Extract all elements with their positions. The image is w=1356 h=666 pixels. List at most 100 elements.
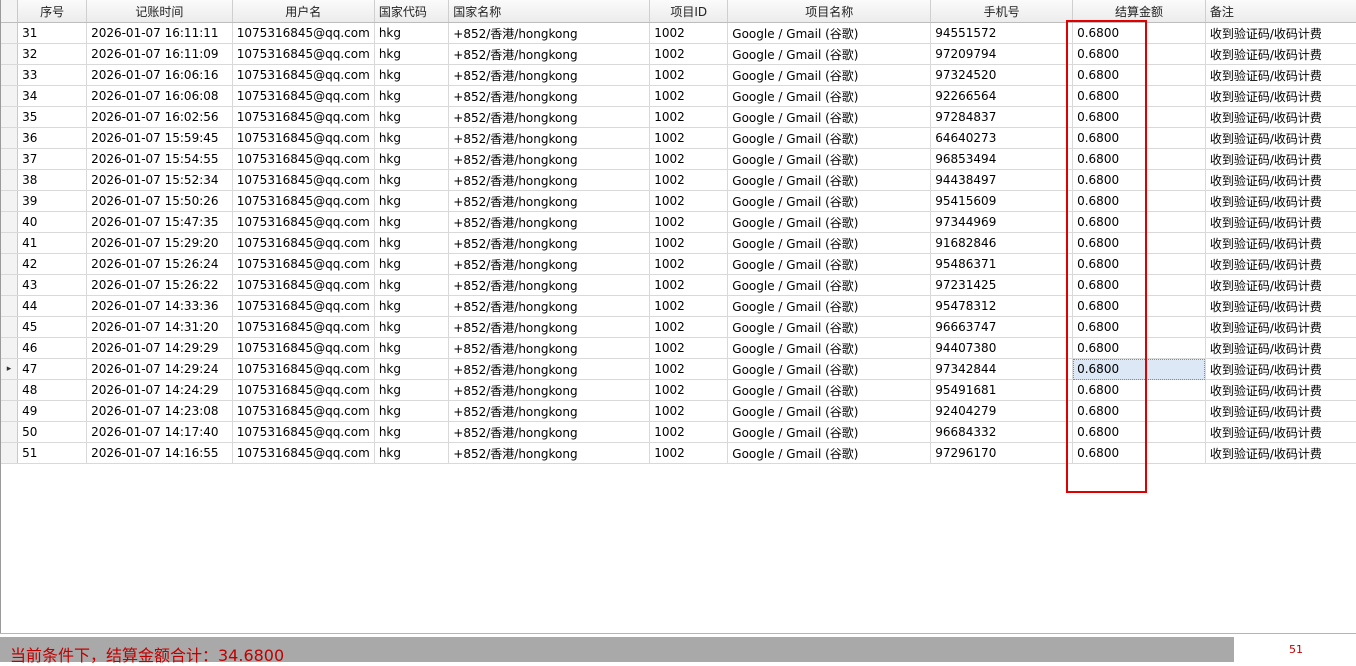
row-pointer-icon[interactable]: ▸ [1,358,19,380]
cell-project-id[interactable]: 1002 [649,85,729,107]
cell-project-name[interactable]: Google / Gmail (谷歌) [727,253,932,275]
cell-country-name[interactable]: +852/香港/hongkong [448,85,651,107]
cell-phone[interactable]: 94551572 [930,22,1074,44]
table-row[interactable]: 42 2026-01-07 15:26:24 1075316845@qq.com hk… [1,253,1356,275]
cell-index[interactable]: 45 [17,316,88,338]
cell-country-code[interactable]: hkg [374,358,450,380]
cell-username[interactable]: 1075316845@qq.com [232,442,375,464]
cell-index[interactable]: 37 [17,148,88,170]
cell-username[interactable]: 1075316845@qq.com [232,316,375,338]
row-indicator[interactable] [1,43,19,65]
cell-amount[interactable]: 0.6800 [1072,421,1206,443]
column-header-phone[interactable]: 手机号 [930,0,1074,23]
cell-project-name[interactable]: Google / Gmail (谷歌) [727,274,932,296]
cell-country-name[interactable]: +852/香港/hongkong [448,400,651,422]
cell-country-name[interactable]: +852/香港/hongkong [448,358,651,380]
cell-phone[interactable]: 95478312 [930,295,1074,317]
cell-country-name[interactable]: +852/香港/hongkong [448,211,651,233]
cell-time[interactable]: 2026-01-07 14:24:29 [86,379,233,401]
cell-project-id[interactable]: 1002 [649,232,729,254]
cell-time[interactable]: 2026-01-07 15:29:20 [86,232,233,254]
cell-username[interactable]: 1075316845@qq.com [232,274,375,296]
table-row[interactable]: 40 2026-01-07 15:47:35 1075316845@qq.com hk… [1,211,1356,233]
cell-time[interactable]: 2026-01-07 15:26:24 [86,253,233,275]
cell-index[interactable]: 43 [17,274,88,296]
cell-index[interactable]: 34 [17,85,88,107]
cell-time[interactable]: 2026-01-07 15:50:26 [86,190,233,212]
cell-phone[interactable]: 92266564 [930,85,1074,107]
cell-username[interactable]: 1075316845@qq.com [232,211,375,233]
cell-remark[interactable]: 收到验证码/收码计费 [1205,442,1356,464]
cell-country-name[interactable]: +852/香港/hongkong [448,316,651,338]
cell-username[interactable]: 1075316845@qq.com [232,22,375,44]
row-indicator[interactable] [1,337,19,359]
cell-project-name[interactable]: Google / Gmail (谷歌) [727,400,932,422]
cell-project-id[interactable]: 1002 [649,127,729,149]
cell-remark[interactable]: 收到验证码/收码计费 [1205,190,1356,212]
cell-project-id[interactable]: 1002 [649,253,729,275]
cell-project-id[interactable]: 1002 [649,148,729,170]
table-row[interactable]: 34 2026-01-07 16:06:08 1075316845@qq.com hk… [1,85,1356,107]
cell-country-code[interactable]: hkg [374,421,450,443]
cell-country-name[interactable]: +852/香港/hongkong [448,274,651,296]
column-header-project-name[interactable]: 项目名称 [727,0,932,23]
cell-amount[interactable]: 0.6800 [1072,22,1206,44]
cell-country-name[interactable]: +852/香港/hongkong [448,421,651,443]
cell-country-name[interactable]: +852/香港/hongkong [448,43,651,65]
cell-project-id[interactable]: 1002 [649,337,729,359]
cell-project-id[interactable]: 1002 [649,190,729,212]
cell-amount[interactable]: 0.6800 [1072,127,1206,149]
cell-country-name[interactable]: +852/香港/hongkong [448,295,651,317]
cell-country-code[interactable]: hkg [374,337,450,359]
cell-username[interactable]: 1075316845@qq.com [232,295,375,317]
cell-time[interactable]: 2026-01-07 15:26:22 [86,274,233,296]
column-header-time[interactable]: 记账时间 [86,0,233,23]
cell-amount[interactable]: 0.6800 [1072,253,1206,275]
cell-username[interactable]: 1075316845@qq.com [232,43,375,65]
cell-amount[interactable]: 0.6800 [1072,211,1206,233]
cell-time[interactable]: 2026-01-07 14:23:08 [86,400,233,422]
cell-username[interactable]: 1075316845@qq.com [232,127,375,149]
cell-time[interactable]: 2026-01-07 16:06:08 [86,85,233,107]
cell-country-code[interactable]: hkg [374,253,450,275]
cell-username[interactable]: 1075316845@qq.com [232,64,375,86]
cell-index[interactable]: 49 [17,400,88,422]
cell-remark[interactable]: 收到验证码/收码计费 [1205,358,1356,380]
cell-country-code[interactable]: hkg [374,85,450,107]
cell-index[interactable]: 35 [17,106,88,128]
cell-project-name[interactable]: Google / Gmail (谷歌) [727,148,932,170]
cell-country-code[interactable]: hkg [374,22,450,44]
cell-project-id[interactable]: 1002 [649,358,729,380]
cell-remark[interactable]: 收到验证码/收码计费 [1205,148,1356,170]
cell-username[interactable]: 1075316845@qq.com [232,169,375,191]
cell-project-id[interactable]: 1002 [649,43,729,65]
cell-username[interactable]: 1075316845@qq.com [232,358,375,380]
cell-country-code[interactable]: hkg [374,106,450,128]
row-indicator[interactable] [1,211,19,233]
cell-country-code[interactable]: hkg [374,232,450,254]
cell-amount[interactable]: 0.6800 [1072,43,1206,65]
cell-time[interactable]: 2026-01-07 14:16:55 [86,442,233,464]
cell-amount[interactable]: 0.6800 [1072,295,1206,317]
table-row[interactable]: 35 2026-01-07 16:02:56 1075316845@qq.com hk… [1,106,1356,128]
cell-project-name[interactable]: Google / Gmail (谷歌) [727,127,932,149]
cell-time[interactable]: 2026-01-07 14:29:24 [86,358,233,380]
table-row[interactable]: 32 2026-01-07 16:11:09 1075316845@qq.com hk… [1,43,1356,65]
cell-username[interactable]: 1075316845@qq.com [232,379,375,401]
cell-project-name[interactable]: Google / Gmail (谷歌) [727,190,932,212]
cell-project-id[interactable]: 1002 [649,379,729,401]
cell-project-id[interactable]: 1002 [649,274,729,296]
column-header-index[interactable]: 序号 [17,0,88,23]
row-indicator[interactable] [1,253,19,275]
row-indicator[interactable] [1,127,19,149]
cell-index[interactable]: 44 [17,295,88,317]
row-indicator[interactable] [1,85,19,107]
cell-time[interactable]: 2026-01-07 16:02:56 [86,106,233,128]
cell-amount[interactable]: 0.6800 [1072,106,1206,128]
cell-project-name[interactable]: Google / Gmail (谷歌) [727,22,932,44]
cell-project-id[interactable]: 1002 [649,106,729,128]
cell-project-id[interactable]: 1002 [649,22,729,44]
cell-remark[interactable]: 收到验证码/收码计费 [1205,253,1356,275]
cell-phone[interactable]: 95486371 [930,253,1074,275]
cell-project-id[interactable]: 1002 [649,295,729,317]
